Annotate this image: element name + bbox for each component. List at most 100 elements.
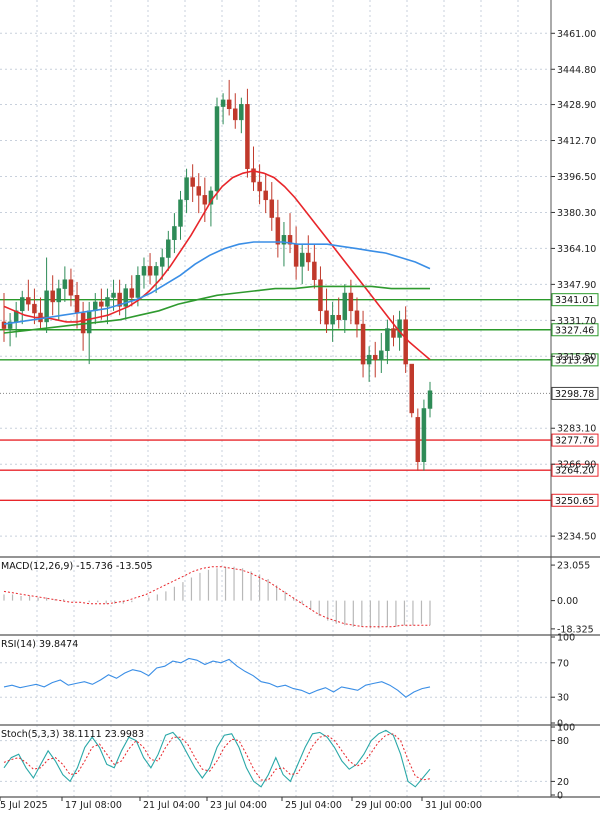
candle-body xyxy=(415,417,421,463)
y-tick-label: 70 xyxy=(557,658,569,669)
candle-body xyxy=(233,108,238,121)
y-tick-label: 3396.50 xyxy=(557,172,596,183)
candle-body xyxy=(166,239,171,258)
candle-body xyxy=(135,275,141,298)
candle-body xyxy=(366,354,372,365)
y-tick-label: 3266.90 xyxy=(557,460,596,471)
candle-body xyxy=(153,266,159,276)
candle-body xyxy=(111,292,116,298)
candle-body xyxy=(391,328,396,338)
indicator-title: RSI(14) 39.8474 xyxy=(1,639,78,650)
axis-labels: 3461.00 3444.80 3428.90 3412.70 3396.50 3380.… xyxy=(0,29,596,811)
level-label-support: 3250.65 xyxy=(555,496,594,507)
candle-body xyxy=(306,252,311,263)
candle-body xyxy=(385,328,390,352)
candle-body xyxy=(20,297,25,312)
y-tick-label: 3364.10 xyxy=(557,244,596,255)
x-tick-label: 29 Jul 00:00 xyxy=(355,800,412,811)
level-label-resistance: 3327.46 xyxy=(555,325,594,336)
y-tick-label: 3283.10 xyxy=(557,424,596,435)
y-tick-label: 20 xyxy=(557,777,569,788)
candle-body xyxy=(26,297,31,305)
candle-body xyxy=(330,314,335,325)
candle-body xyxy=(245,104,250,169)
y-tick-label: 3234.50 xyxy=(557,532,596,543)
candle-body xyxy=(62,279,68,289)
candle-body xyxy=(299,252,305,267)
indicator-title: Stoch(5,3,3) 38.1111 23.9983 xyxy=(1,729,144,740)
indicator-title: MACD(12,26,9) -15.736 -13.505 xyxy=(1,561,153,572)
ma-line-ma-mid xyxy=(3,241,431,325)
candle-body xyxy=(372,354,378,360)
candle-body xyxy=(293,243,299,267)
candle-body xyxy=(74,295,80,314)
candle-body xyxy=(147,266,153,276)
candle-body xyxy=(1,321,7,329)
y-tick-label: 3380.30 xyxy=(557,208,596,219)
y-tick-label: 3428.90 xyxy=(557,100,596,111)
candle-body xyxy=(32,303,37,314)
candle-body xyxy=(263,190,268,201)
y-tick-label: 30 xyxy=(557,693,569,704)
y-tick-label: 3444.80 xyxy=(557,65,596,76)
candle-body xyxy=(342,292,348,320)
rsi-line xyxy=(3,657,431,698)
y-tick-label: 3331.70 xyxy=(557,316,596,327)
y-tick-label: 3461.00 xyxy=(557,29,596,40)
candle-body xyxy=(56,288,62,303)
y-tick-label: 3315.50 xyxy=(557,352,596,363)
level-label-current: 3298.78 xyxy=(555,389,594,400)
x-tick-label: 5 Jul 2025 xyxy=(0,800,48,811)
candle-body xyxy=(360,323,366,365)
candle-body xyxy=(68,279,74,296)
candle-body xyxy=(184,177,189,201)
candle-body xyxy=(190,177,195,187)
candle-body xyxy=(86,310,92,334)
y-tick-label: 3347.90 xyxy=(557,280,596,291)
candle-body xyxy=(379,350,384,360)
candle-body xyxy=(50,290,55,303)
x-tick-label: 31 Jul 00:00 xyxy=(425,800,482,811)
ma-line-ma-slow xyxy=(3,285,430,334)
axes-layer xyxy=(0,0,600,801)
candle-body xyxy=(172,226,177,241)
candle-body xyxy=(269,199,275,218)
candle-body xyxy=(99,301,104,307)
candle-body xyxy=(159,257,165,267)
candle-body xyxy=(354,310,360,325)
candle-body xyxy=(214,106,220,192)
y-tick-label: 80 xyxy=(557,736,569,747)
y-tick-label: 100 xyxy=(557,723,575,734)
candle-body xyxy=(427,390,433,409)
y-tick-label: 100 xyxy=(557,633,575,644)
candle-body xyxy=(141,266,147,276)
level-label-support: 3277.76 xyxy=(555,436,594,447)
y-tick-label: 0 xyxy=(557,791,563,802)
grid-layer xyxy=(0,0,551,797)
candle-body xyxy=(409,363,414,414)
level-label-resistance: 3341.01 xyxy=(555,295,594,306)
candle-body xyxy=(257,181,262,192)
candlestick-series xyxy=(1,79,433,471)
candle-body xyxy=(202,195,208,205)
candle-body xyxy=(129,288,135,298)
trading-chart[interactable]: 3341.013327.463313.903298.783277.763264.… xyxy=(0,0,600,815)
candle-body xyxy=(403,319,408,365)
indicator-panels xyxy=(3,566,431,788)
candle-body xyxy=(312,261,317,280)
candle-body xyxy=(336,314,341,320)
y-tick-label: 23.055 xyxy=(557,561,590,572)
candle-body xyxy=(275,217,281,245)
y-tick-label: 3412.70 xyxy=(557,136,596,147)
candle-body xyxy=(397,319,402,338)
candle-body xyxy=(324,310,329,325)
x-tick-label: 21 Jul 04:00 xyxy=(143,800,200,811)
y-tick-label: 0.00 xyxy=(557,596,578,607)
candle-body xyxy=(226,99,232,110)
candle-body xyxy=(178,199,183,227)
x-tick-label: 17 Jul 08:00 xyxy=(65,800,122,811)
candle-body xyxy=(318,279,323,312)
candle-body xyxy=(239,104,244,121)
candle-body xyxy=(421,408,427,463)
candle-body xyxy=(348,292,354,312)
